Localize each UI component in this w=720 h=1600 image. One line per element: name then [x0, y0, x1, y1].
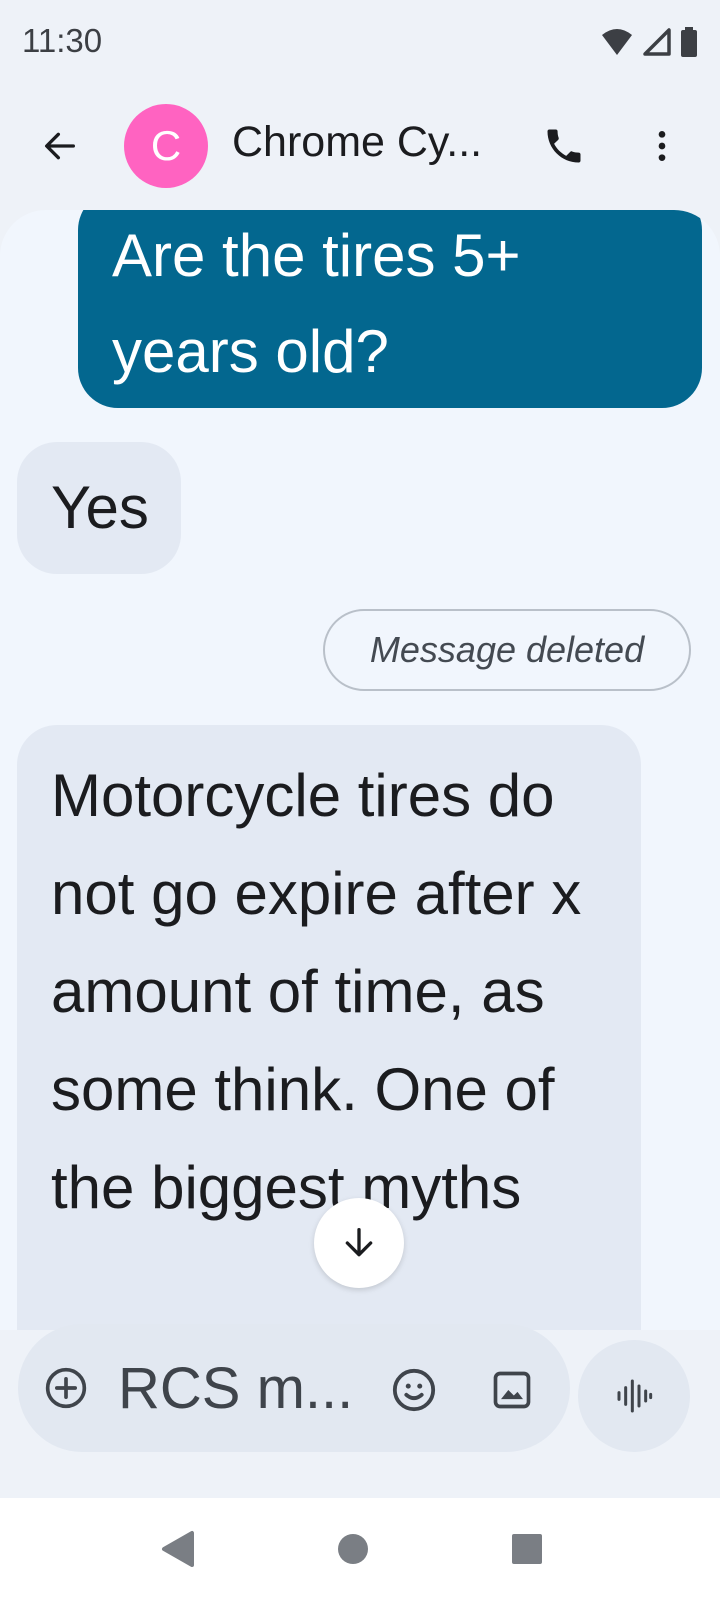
more-vertical-icon [658, 131, 666, 161]
battery-icon [681, 27, 697, 57]
deleted-message-chip[interactable]: Message deleted [323, 609, 691, 691]
status-time: 11:30 [22, 22, 103, 59]
incoming-message-bubble[interactable]: Yes [17, 442, 181, 574]
outgoing-message-bubble[interactable]: Are the tires 5+ years old? [78, 210, 702, 408]
compose-bar [18, 1324, 570, 1452]
contact-avatar[interactable]: C [124, 104, 208, 188]
message-input[interactable] [118, 1354, 368, 1422]
messages-app: 11:30 C Chrome Cy... Are the tires 5+ ye… [0, 0, 720, 1498]
more-options-button[interactable] [630, 114, 694, 178]
nav-back-button[interactable] [150, 1524, 206, 1574]
add-circle-icon [45, 1367, 87, 1409]
scroll-to-bottom-button[interactable] [314, 1198, 404, 1288]
call-button[interactable] [532, 114, 596, 178]
image-icon [493, 1371, 531, 1409]
nav-recents-button[interactable] [499, 1524, 555, 1574]
triangle-back-icon [162, 1531, 194, 1567]
attach-button[interactable] [42, 1364, 90, 1412]
nav-home-button[interactable] [325, 1524, 381, 1574]
wifi-icon [602, 29, 632, 55]
contact-name[interactable]: Chrome Cy... [232, 118, 482, 167]
system-navigation-bar [0, 1498, 720, 1600]
back-button[interactable] [28, 114, 92, 178]
message-list[interactable]: Are the tires 5+ years old? Yes Message … [0, 210, 720, 1330]
conversation-header: C Chrome Cy... [0, 92, 720, 204]
voice-message-button[interactable] [578, 1340, 690, 1452]
emoji-icon [392, 1368, 436, 1412]
signal-icon [643, 28, 671, 56]
status-icons [600, 26, 698, 58]
circle-home-icon [338, 1534, 368, 1564]
status-bar: 11:30 [0, 0, 720, 90]
arrow-down-icon [345, 1228, 373, 1257]
phone-icon [547, 129, 581, 163]
square-recents-icon [512, 1534, 542, 1564]
arrow-left-icon [45, 132, 76, 160]
emoji-button[interactable] [388, 1364, 440, 1416]
gallery-button[interactable] [486, 1364, 538, 1416]
waveform-icon [617, 1379, 653, 1413]
